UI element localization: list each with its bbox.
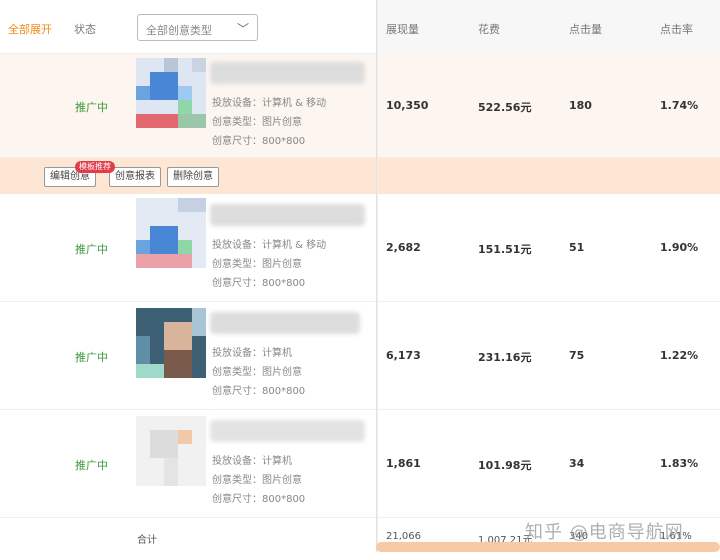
impressions-value: 2,682 <box>386 241 421 254</box>
size-info: 创意尺寸：800*800 <box>212 386 306 397</box>
table-row: 推广中 投放设备：计算机 & 移动 创意类型：图片创意 创意尺寸：800*800… <box>0 54 720 158</box>
chevron-down-icon: ﹀ <box>236 22 249 36</box>
ctr-column-header[interactable]: 点击率 <box>660 21 693 37</box>
clicks-value: 180 <box>569 99 592 112</box>
creative-meta: 投放设备：计算机 创意类型：图片创意 创意尺寸：800*800 <box>212 452 305 509</box>
template-recommend-badge: 模板推荐 <box>75 161 115 173</box>
creative-meta: 投放设备：计算机 创意类型：图片创意 创意尺寸：800*800 <box>212 344 305 401</box>
creative-type-info: 创意类型：图片创意 <box>212 367 302 378</box>
creative-type-select[interactable]: 全部创意类型 ﹀ <box>137 14 258 41</box>
ctr-value: 1.74% <box>660 99 699 112</box>
device-info: 投放设备：计算机 <box>212 456 292 467</box>
column-divider <box>376 0 378 552</box>
creative-thumbnail[interactable] <box>136 58 206 128</box>
table-row: 推广中 投放设备：计算机 & 移动 创意类型：图片创意 创意尺寸：800*800… <box>0 194 720 302</box>
size-info: 创意尺寸：800*800 <box>212 136 306 147</box>
creative-name-blurred <box>210 420 365 442</box>
ctr-value: 1.83% <box>660 457 699 470</box>
cost-value: 151.51元 <box>478 243 532 256</box>
cost-value: 101.98元 <box>478 459 532 472</box>
creative-thumbnail[interactable] <box>136 198 206 268</box>
clicks-value: 75 <box>569 349 585 362</box>
ctr-value: 1.90% <box>660 241 699 254</box>
device-info: 投放设备：计算机 & 移动 <box>212 98 327 109</box>
creative-type-info: 创意类型：图片创意 <box>212 117 302 128</box>
expand-all-link[interactable]: 全部展开 <box>8 21 52 37</box>
creative-report-button[interactable]: 创意报表 <box>109 167 161 187</box>
creative-name-blurred <box>210 312 360 334</box>
cost-value: 522.56元 <box>478 101 532 114</box>
device-info: 投放设备：计算机 & 移动 <box>212 240 327 251</box>
impressions-value: 10,350 <box>386 99 429 112</box>
clicks-column-header[interactable]: 点击量 <box>569 21 602 37</box>
creative-type-info: 创意类型：图片创意 <box>212 259 302 270</box>
clicks-value: 51 <box>569 241 585 254</box>
total-impressions: 21,066 <box>386 531 421 542</box>
creative-name-blurred <box>210 204 365 226</box>
table-row: 推广中 投放设备：计算机 创意类型：图片创意 创意尺寸：800*800 6,17… <box>0 302 720 410</box>
cost-value: 231.16元 <box>478 351 532 364</box>
creative-name-blurred <box>210 62 365 84</box>
table-row: 推广中 投放设备：计算机 创意类型：图片创意 创意尺寸：800*800 1,86… <box>0 410 720 518</box>
delete-creative-button[interactable]: 删除创意 <box>167 167 219 187</box>
status-label: 推广中 <box>75 243 108 256</box>
impressions-value: 1,861 <box>386 457 421 470</box>
ctr-value: 1.22% <box>660 349 699 362</box>
creative-thumbnail[interactable] <box>136 416 206 486</box>
device-info: 投放设备：计算机 <box>212 348 292 359</box>
impressions-column-header[interactable]: 展现量 <box>386 21 419 37</box>
size-info: 创意尺寸：800*800 <box>212 494 306 505</box>
watermark-text: 知乎 @电商导航网 <box>525 522 684 543</box>
table-header: 全部展开 状态 全部创意类型 ﹀ 展现量 花费 点击量 点击率 <box>0 0 720 54</box>
status-label: 推广中 <box>75 351 108 364</box>
creative-meta: 投放设备：计算机 & 移动 创意类型：图片创意 创意尺寸：800*800 <box>212 236 326 293</box>
creative-meta: 投放设备：计算机 & 移动 创意类型：图片创意 创意尺寸：800*800 <box>212 94 326 151</box>
status-label: 推广中 <box>75 101 108 114</box>
status-column-header: 状态 <box>74 23 96 36</box>
creative-type-info: 创意类型：图片创意 <box>212 475 302 486</box>
impressions-value: 6,173 <box>386 349 421 362</box>
clicks-value: 34 <box>569 457 585 470</box>
creative-thumbnail[interactable] <box>136 308 206 378</box>
cost-column-header[interactable]: 花费 <box>478 21 500 37</box>
creative-type-select-value: 全部创意类型 <box>146 24 212 37</box>
total-label: 合计 <box>137 535 157 546</box>
status-label: 推广中 <box>75 459 108 472</box>
size-info: 创意尺寸：800*800 <box>212 278 306 289</box>
